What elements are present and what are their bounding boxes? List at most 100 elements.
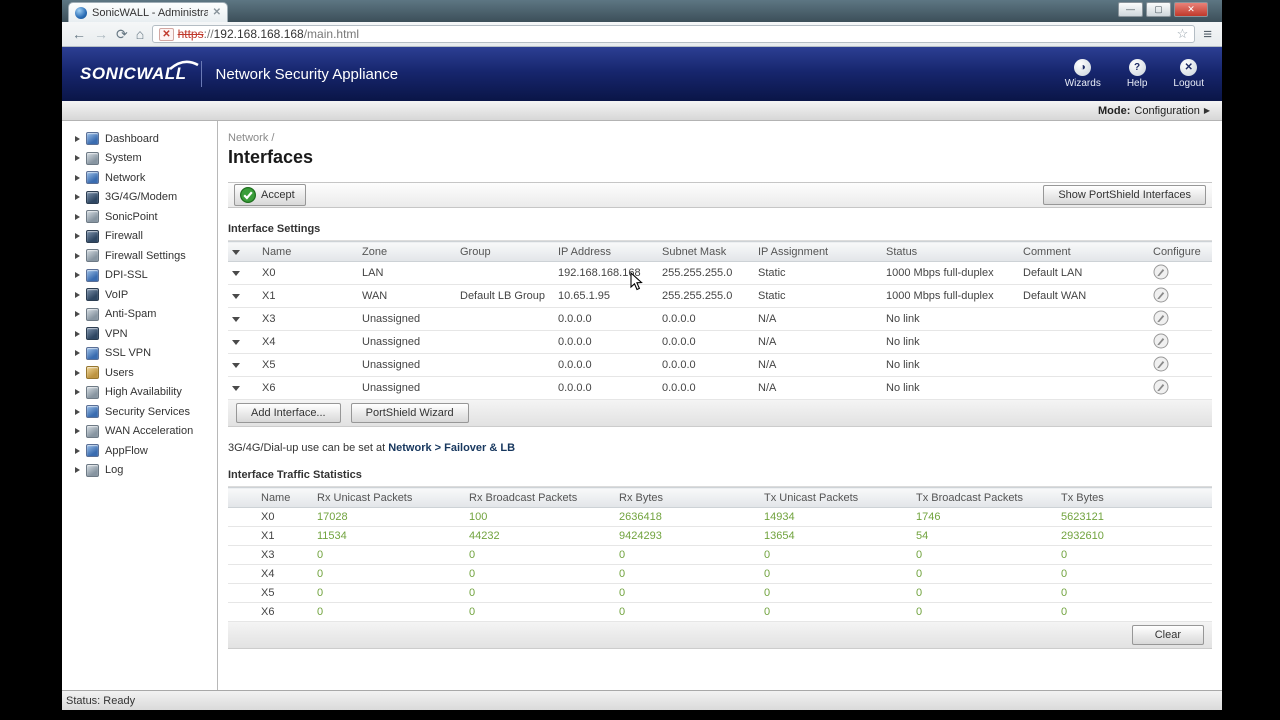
- sidebar-item-high-availability[interactable]: High Availability: [62, 383, 217, 403]
- table-row: X4 Unassigned 0.0.0.0 0.0.0.0 N/A No lin…: [228, 330, 1212, 354]
- tab-close-icon[interactable]: ✕: [213, 7, 221, 18]
- expand-arrow-icon: [75, 467, 80, 474]
- expand-arrow-icon: [75, 447, 80, 454]
- expand-arrow-icon: [75, 350, 80, 357]
- maximize-icon[interactable]: ▢: [1146, 2, 1171, 17]
- sidebar-item-users[interactable]: Users: [62, 363, 217, 383]
- configure-icon[interactable]: [1153, 333, 1169, 349]
- high-availability-icon: [86, 385, 99, 399]
- table-row: X6 0 0 0 0 0 0: [228, 602, 1212, 622]
- traffic-statistics-title: Interface Traffic Statistics: [228, 469, 1212, 487]
- table-row: X0 17028 100 2636418 14934 1746 5623121: [228, 507, 1212, 527]
- row-expand-icon[interactable]: [232, 271, 240, 276]
- wan-acceleration-icon: [86, 424, 99, 438]
- expand-arrow-icon: [75, 330, 80, 337]
- expand-arrow-icon: [75, 272, 80, 279]
- add-interface-button[interactable]: Add Interface...: [236, 403, 341, 423]
- configure-icon[interactable]: [1153, 287, 1169, 303]
- sidebar-item-appflow[interactable]: AppFlow: [62, 441, 217, 461]
- expand-arrow-icon: [75, 174, 80, 181]
- failover-note: 3G/4G/Dial-up use can be set at Network …: [228, 442, 516, 454]
- sidebar-item-sonicpoint[interactable]: SonicPoint: [62, 207, 217, 227]
- configure-icon[interactable]: [1153, 264, 1169, 280]
- row-expand-icon[interactable]: [232, 317, 240, 322]
- reload-icon[interactable]: ⟳: [116, 27, 128, 41]
- log-icon: [86, 463, 99, 477]
- expand-arrow-icon: [75, 252, 80, 259]
- sidebar-item-security-services[interactable]: Security Services: [62, 402, 217, 422]
- sidebar-item-log[interactable]: Log: [62, 461, 217, 481]
- url-text: https://192.168.168.168/main.html: [177, 27, 360, 41]
- home-icon[interactable]: ⌂: [136, 27, 144, 41]
- sidebar-item-voip[interactable]: VoIP: [62, 285, 217, 305]
- main-content: Network / Interfaces Accept Show PortShi…: [218, 121, 1222, 690]
- expand-arrow-icon: [75, 233, 80, 240]
- row-expand-icon[interactable]: [232, 363, 240, 368]
- browser-tab[interactable]: SonicWALL - Administrati ✕: [68, 2, 228, 22]
- expand-arrow-icon: [75, 291, 80, 298]
- mode-bar: Mode: Configuration ▶: [62, 101, 1222, 121]
- help-button[interactable]: ? Help: [1127, 59, 1147, 89]
- table-row: X1 11534 44232 9424293 13654 54 2932610: [228, 526, 1212, 546]
- window-controls: — ▢ ✕: [1118, 2, 1208, 17]
- wizards-button[interactable]: ◑ Wizards: [1065, 59, 1101, 89]
- ssl-vpn-icon: [86, 346, 99, 360]
- failover-lb-link[interactable]: Network > Failover & LB: [388, 442, 515, 454]
- bookmark-star-icon[interactable]: ☆: [1177, 26, 1189, 42]
- configure-icon[interactable]: [1153, 379, 1169, 395]
- row-expand-icon[interactable]: [232, 340, 240, 345]
- header-divider: [200, 61, 202, 87]
- interface-settings-title: Interface Settings: [228, 223, 1212, 241]
- settings-actions-bar: Add Interface... PortShield Wizard: [228, 400, 1212, 427]
- mode-value[interactable]: Configuration: [1134, 105, 1199, 117]
- sidebar-item-network[interactable]: Network: [62, 168, 217, 188]
- vpn-icon: [86, 327, 99, 341]
- table-row: X1 WAN Default LB Group 10.65.1.95 255.2…: [228, 284, 1212, 308]
- sonicwall-logo: SONICWALL: [80, 60, 199, 84]
- minimize-icon[interactable]: —: [1118, 2, 1143, 17]
- sidebar-item-dpi-ssl[interactable]: DPI-SSL: [62, 266, 217, 286]
- configure-icon[interactable]: [1153, 356, 1169, 372]
- sidebar-item-system[interactable]: System: [62, 149, 217, 169]
- sonicwall-favicon-icon: [75, 6, 87, 19]
- show-portshield-button[interactable]: Show PortShield Interfaces: [1043, 185, 1206, 205]
- sidebar-nav: Dashboard System Network 3G/4G/Modem Son…: [62, 121, 218, 690]
- row-expand-icon[interactable]: [232, 294, 240, 299]
- expand-arrow-icon: [75, 213, 80, 220]
- portshield-wizard-button[interactable]: PortShield Wizard: [350, 403, 469, 423]
- voip-icon: [86, 288, 99, 302]
- table-row: X0 LAN 192.168.168.168 255.255.255.0 Sta…: [228, 261, 1212, 285]
- back-icon[interactable]: ←: [72, 27, 86, 41]
- accept-button[interactable]: Accept: [234, 184, 306, 206]
- sidebar-item-vpn[interactable]: VPN: [62, 324, 217, 344]
- product-name: Network Security Appliance: [215, 65, 399, 83]
- sidebar-item-ssl-vpn[interactable]: SSL VPN: [62, 344, 217, 364]
- accept-check-icon: [240, 187, 256, 203]
- mode-arrow-icon[interactable]: ▶: [1204, 106, 1210, 115]
- header-expand-icon[interactable]: [232, 249, 240, 255]
- sidebar-item-firewall[interactable]: Firewall: [62, 227, 217, 247]
- url-path: /main.html: [303, 27, 360, 41]
- sidebar-item-firewall-settings[interactable]: Firewall Settings: [62, 246, 217, 266]
- close-icon[interactable]: ✕: [1174, 2, 1208, 17]
- expand-arrow-icon: [75, 135, 80, 142]
- browser-menu-icon[interactable]: ≡: [1203, 26, 1212, 43]
- tab-strip: SonicWALL - Administrati ✕ — ▢ ✕: [62, 0, 1222, 22]
- sidebar-item-3g4g-modem[interactable]: 3G/4G/Modem: [62, 188, 217, 208]
- status-bar: Status: Ready: [62, 690, 1222, 710]
- expand-arrow-icon: [75, 408, 80, 415]
- configure-icon[interactable]: [1153, 310, 1169, 326]
- logout-icon: ✕: [1180, 59, 1198, 76]
- sidebar-item-anti-spam[interactable]: Anti-Spam: [62, 305, 217, 325]
- settings-header-row: Name Zone Group IP Address Subnet Mask I…: [228, 241, 1212, 262]
- system-icon: [86, 151, 99, 165]
- clear-button[interactable]: Clear: [1131, 625, 1204, 645]
- row-expand-icon[interactable]: [232, 386, 240, 391]
- address-bar[interactable]: ✕ https://192.168.168.168/main.html ☆: [152, 25, 1196, 43]
- sidebar-item-wan-acceleration[interactable]: WAN Acceleration: [62, 422, 217, 442]
- certificate-error-icon[interactable]: ✕: [159, 27, 174, 41]
- sidebar-item-dashboard[interactable]: Dashboard: [62, 129, 217, 149]
- expand-arrow-icon: [75, 311, 80, 318]
- logout-button[interactable]: ✕ Logout: [1173, 59, 1204, 89]
- forward-icon[interactable]: →: [94, 27, 108, 41]
